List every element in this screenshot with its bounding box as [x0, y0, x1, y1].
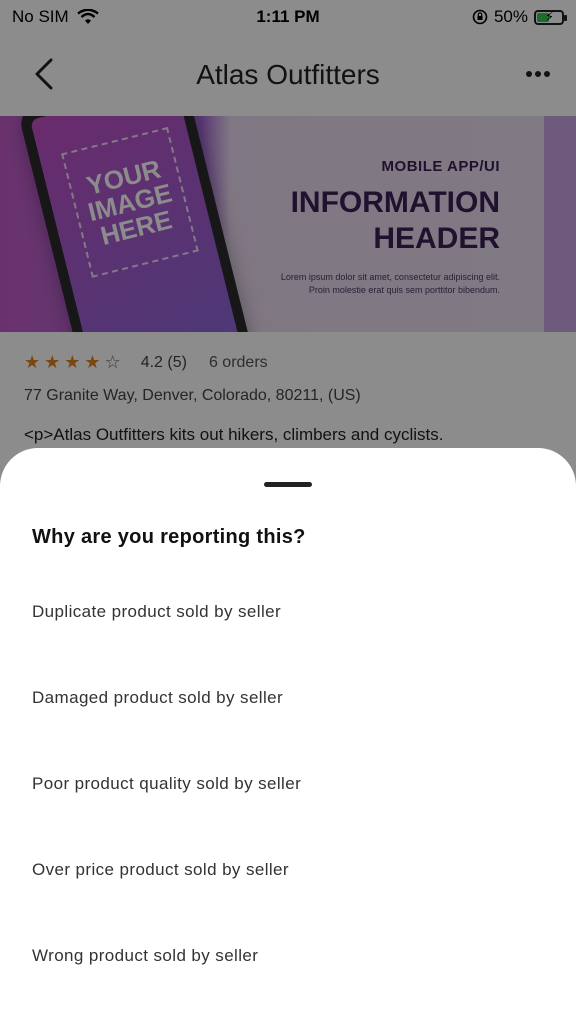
- report-option-poor-quality[interactable]: Poor product quality sold by seller: [32, 774, 301, 794]
- sheet-grabber[interactable]: [264, 482, 312, 487]
- report-bottom-sheet: Why are you reporting this? Duplicate pr…: [0, 448, 576, 1024]
- report-option-wrong-product[interactable]: Wrong product sold by seller: [32, 946, 258, 966]
- report-option-over-price[interactable]: Over price product sold by seller: [32, 860, 289, 880]
- report-option-duplicate[interactable]: Duplicate product sold by seller: [32, 602, 281, 622]
- sheet-title: Why are you reporting this?: [32, 526, 306, 548]
- report-option-damaged[interactable]: Damaged product sold by seller: [32, 688, 283, 708]
